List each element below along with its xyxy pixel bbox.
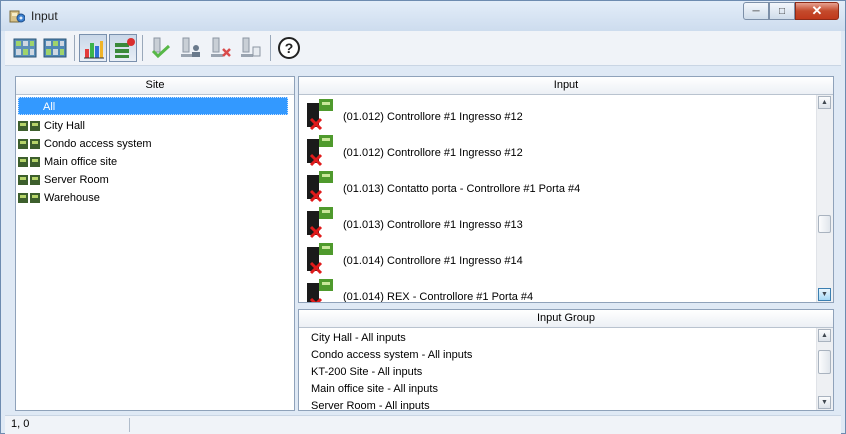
site-icon [18, 139, 40, 149]
site-item-label: Warehouse [44, 192, 100, 204]
input-delete-icon [211, 37, 231, 57]
site-grid-active-button[interactable] [41, 34, 69, 62]
input-panel: Input (01.012) Controllore #1 Ingresso #… [298, 76, 834, 303]
input-group-item[interactable]: Main office site - All inputs [311, 381, 438, 398]
input-user-icon [181, 37, 200, 57]
input-label: (01.014) Controllore #1 Ingresso #14 [343, 255, 523, 267]
input-label: (01.012) Controllore #1 Ingresso #12 [343, 147, 523, 159]
close-button[interactable]: ✕ [795, 2, 839, 20]
scroll-down-icon[interactable]: ▼ [818, 288, 831, 301]
scroll-up-icon[interactable]: ▲ [818, 329, 831, 342]
input-scrollbar[interactable]: ▲ ▼ [816, 95, 833, 302]
input-label: (01.013) Contatto porta - Controllore #1… [343, 183, 581, 195]
site-column-header[interactable]: Site [16, 77, 294, 95]
input-monitor-icon [115, 38, 135, 58]
maximize-button[interactable]: □ [769, 2, 795, 20]
input-user-button[interactable] [177, 34, 205, 62]
site-panel: Site All City Hall Condo access system M… [15, 76, 295, 411]
site-grid-icon [13, 38, 37, 58]
maximize-icon: □ [778, 5, 786, 17]
input-alarm-icon [307, 207, 333, 239]
minimize-icon: ─ [752, 5, 760, 17]
scroll-thumb[interactable] [818, 350, 831, 374]
status-divider [129, 418, 130, 432]
site-grid-active-icon [43, 38, 67, 58]
input-edit-icon [241, 37, 261, 57]
status-bar: 1, 0 [5, 415, 841, 434]
svg-text:?: ? [285, 40, 294, 56]
input-group-column-header[interactable]: Input Group [299, 310, 833, 328]
site-item-condo-access[interactable]: Condo access system [18, 135, 152, 153]
site-grid-button[interactable] [11, 34, 39, 62]
window-controls: ─ □ ✕ [743, 2, 839, 22]
toolbar-separator [74, 35, 75, 61]
input-check-button[interactable] [147, 34, 175, 62]
toolbar-separator [142, 35, 143, 61]
site-item-all[interactable]: All [18, 97, 288, 115]
input-label: (01.012) Controllore #1 Ingresso #12 [343, 111, 523, 123]
input-group-item[interactable]: Server Room - All inputs [311, 398, 430, 410]
site-item-main-office[interactable]: Main office site [18, 153, 117, 171]
site-item-label: Main office site [44, 156, 118, 168]
site-icon [18, 175, 40, 185]
input-edit-button[interactable] [237, 34, 265, 62]
scroll-up-icon[interactable]: ▲ [818, 96, 831, 109]
input-check-icon [151, 37, 171, 59]
minimize-button[interactable]: ─ [743, 2, 769, 20]
site-item-label: Condo access system [44, 138, 152, 150]
input-group-item[interactable]: Condo access system - All inputs [311, 347, 472, 364]
input-monitor-button[interactable] [109, 34, 137, 62]
input-group-item[interactable]: City Hall - All inputs [311, 330, 406, 347]
site-item-label: City Hall [44, 120, 85, 132]
input-label: (01.014) REX - Controllore #1 Porta #4 [343, 291, 534, 303]
input-alarm-icon [307, 243, 333, 275]
site-item-label: Server Room [44, 174, 109, 186]
input-alarm-icon [307, 171, 333, 203]
input-alarm-icon [307, 135, 333, 167]
site-icon [18, 121, 40, 131]
site-icon [18, 157, 40, 167]
site-item-server-room[interactable]: Server Room [18, 171, 109, 189]
input-label: (01.013) Controllore #1 Ingresso #13 [343, 219, 523, 231]
status-position: 1, 0 [11, 418, 30, 430]
site-item-warehouse[interactable]: Warehouse [18, 189, 100, 207]
input-group-item[interactable]: KT-200 Site - All inputs [311, 364, 422, 381]
close-icon: ✕ [811, 3, 823, 18]
site-item-city-hall[interactable]: City Hall [18, 117, 85, 135]
toolbar: ? [5, 31, 841, 66]
site-icon [18, 193, 40, 203]
input-column-header[interactable]: Input [299, 77, 833, 95]
toolbar-separator [270, 35, 271, 61]
input-delete-button[interactable] [207, 34, 235, 62]
help-icon: ? [278, 37, 300, 59]
chart-view-button[interactable] [79, 34, 107, 62]
input-group-scrollbar[interactable]: ▲ ▼ [816, 328, 833, 410]
input-alarm-icon [307, 279, 333, 302]
app-window: Input ─ □ ✕ ? Site All City Hall Condo a… [0, 0, 846, 434]
input-group-panel: Input Group City Hall - All inputs Condo… [298, 309, 834, 411]
scroll-down-icon[interactable]: ▼ [818, 396, 831, 409]
scroll-thumb[interactable] [818, 215, 831, 233]
help-button[interactable]: ? [275, 34, 303, 62]
input-list: (01.012) Controllore #1 Ingresso #12 (01… [299, 95, 817, 303]
app-input-icon [9, 10, 25, 23]
window-title: Input [31, 9, 58, 23]
title-bar[interactable]: Input ─ □ ✕ [1, 1, 845, 31]
bar-chart-icon [84, 41, 104, 59]
input-alarm-icon [307, 99, 333, 131]
